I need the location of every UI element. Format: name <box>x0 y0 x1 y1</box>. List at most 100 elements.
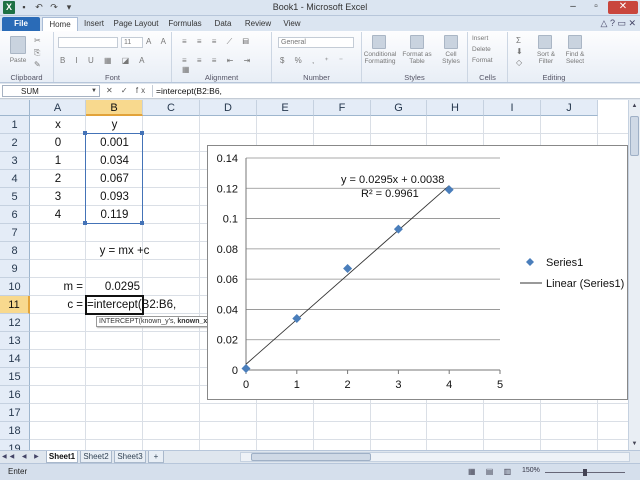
zoom-level[interactable]: 150% <box>522 467 540 474</box>
cell-a5[interactable]: 3 <box>30 188 86 206</box>
row-header-15[interactable]: 15 <box>0 368 30 386</box>
row-header-7[interactable]: 7 <box>0 224 30 242</box>
cell-b8[interactable]: y = mx +c <box>86 242 163 260</box>
tab-sheet3[interactable]: Sheet3 <box>114 451 146 463</box>
bold-italic-underline-icons[interactable]: B I U ▦ ◪ A <box>60 56 148 65</box>
row-header-5[interactable]: 5 <box>0 188 30 206</box>
format-as-table-button[interactable]: Format as Table <box>400 51 434 65</box>
worksheet-grid[interactable]: A B C D E F G H I J 1 2 3 4 5 6 7 8 9 10 11 12 13 14 15 16 17 18 19 x… <box>0 100 628 450</box>
row-header-16[interactable]: 16 <box>0 386 30 404</box>
horizontal-align-icons[interactable]: ≡ ≡ ≡ ⇤ ⇥ ▦ <box>182 56 271 74</box>
scroll-thumb[interactable] <box>630 116 639 156</box>
cell-b4[interactable]: 0.067 <box>86 170 143 188</box>
insert-sheet-icon[interactable]: + <box>148 451 164 463</box>
restore-button[interactable]: ▫ <box>585 1 607 14</box>
format-as-table-icon[interactable] <box>410 35 424 49</box>
horizontal-scrollbar[interactable] <box>240 452 630 462</box>
name-box[interactable]: SUM ▼ <box>2 85 100 97</box>
column-header-a[interactable]: A <box>30 100 86 116</box>
tab-review[interactable]: Review <box>242 17 274 31</box>
paste-icon[interactable] <box>10 36 26 54</box>
cell-b11[interactable]: =intercept(B2:B6, <box>86 296 176 314</box>
row-header-19[interactable]: 19 <box>0 440 30 450</box>
grow-shrink-font-icons[interactable]: A A <box>146 37 170 46</box>
column-header-f[interactable]: F <box>314 100 371 116</box>
minimize-button[interactable]: – <box>562 1 584 14</box>
tab-view[interactable]: View <box>280 17 304 31</box>
cell-b6[interactable]: 0.119 <box>86 206 143 224</box>
row-header-10[interactable]: 10 <box>0 278 30 296</box>
row-header-6[interactable]: 6 <box>0 206 30 224</box>
cell-a1[interactable]: x <box>30 116 86 134</box>
cell-b3[interactable]: 0.034 <box>86 152 143 170</box>
tab-file[interactable]: File <box>2 17 40 31</box>
row-header-17[interactable]: 17 <box>0 404 30 422</box>
row-header-11[interactable]: 11 <box>0 296 30 314</box>
row-header-9[interactable]: 9 <box>0 260 30 278</box>
conditional-formatting-button[interactable]: Conditional Formatting <box>362 51 398 65</box>
cell-a11[interactable]: c = <box>30 296 86 314</box>
formula-input[interactable]: =intercept(B2:B6, <box>152 85 632 97</box>
row-header-14[interactable]: 14 <box>0 350 30 368</box>
zoom-slider-knob[interactable] <box>583 469 587 476</box>
help-icon[interactable]: △ ? ▭ ✕ <box>601 18 636 29</box>
column-header-j[interactable]: J <box>541 100 598 116</box>
row-header-13[interactable]: 13 <box>0 332 30 350</box>
row-header-2[interactable]: 2 <box>0 134 30 152</box>
zoom-slider[interactable] <box>545 469 625 476</box>
formula-icons[interactable]: ✕ ✓ fx <box>106 85 148 97</box>
scroll-up-icon[interactable]: ▲ <box>629 100 640 112</box>
tab-home[interactable]: Home <box>42 17 78 31</box>
column-header-i[interactable]: I <box>484 100 541 116</box>
cell-styles-icon[interactable] <box>444 35 458 49</box>
scatter-chart[interactable]: 0 0.02 0.04 0.06 0.08 0.1 0.12 0.14 0 1 2 3 4 5 y = 0.… <box>207 145 628 400</box>
close-button[interactable]: ✕ <box>608 1 638 14</box>
font-name-box[interactable] <box>58 37 118 48</box>
cell-b5[interactable]: 0.093 <box>86 188 143 206</box>
view-buttons-icons[interactable]: ▦ ▤ ▥ <box>468 467 515 476</box>
column-header-c[interactable]: C <box>143 100 200 116</box>
hscroll-thumb[interactable] <box>251 453 371 461</box>
cell-b2[interactable]: 0.001 <box>86 134 143 152</box>
column-header-d[interactable]: D <box>200 100 257 116</box>
sort-filter-icon[interactable] <box>538 35 552 49</box>
scroll-down-icon[interactable]: ▼ <box>629 438 640 450</box>
vertical-scrollbar[interactable]: ▲ ▼ <box>628 100 640 450</box>
cell-a4[interactable]: 2 <box>30 170 86 188</box>
tab-insert[interactable]: Insert <box>80 17 108 31</box>
select-all-corner[interactable] <box>0 100 30 116</box>
delete-cells-button[interactable]: Delete <box>472 46 506 53</box>
vertical-align-icons[interactable]: ≡ ≡ ≡ ⟋ ▤ <box>182 37 253 47</box>
row-header-18[interactable]: 18 <box>0 422 30 440</box>
insert-cells-button[interactable]: Insert <box>472 35 506 42</box>
row-header-3[interactable]: 3 <box>0 152 30 170</box>
row-header-8[interactable]: 8 <box>0 242 30 260</box>
format-cells-button[interactable]: Format <box>472 57 506 64</box>
find-select-icon[interactable] <box>568 35 582 49</box>
row-header-4[interactable]: 4 <box>0 170 30 188</box>
cell-a10[interactable]: m = <box>30 278 86 296</box>
conditional-formatting-icon[interactable] <box>372 35 386 49</box>
column-header-h[interactable]: H <box>427 100 484 116</box>
column-header-g[interactable]: G <box>371 100 427 116</box>
tab-formulas[interactable]: Formulas <box>166 17 204 31</box>
font-size-box[interactable]: 11 <box>121 37 143 48</box>
cell-a6[interactable]: 4 <box>30 206 86 224</box>
column-header-e[interactable]: E <box>257 100 314 116</box>
row-header-12[interactable]: 12 <box>0 314 30 332</box>
paste-button[interactable]: Paste <box>4 57 32 64</box>
column-header-b[interactable]: B <box>86 100 143 116</box>
number-format-icons[interactable]: $ % , ⁺ ⁻ <box>280 56 347 65</box>
tab-sheet2[interactable]: Sheet2 <box>80 451 112 463</box>
find-select-button[interactable]: Find & Select <box>560 51 590 65</box>
autosum-fill-clear-icons[interactable]: Σ ⬇ ◇ <box>516 35 530 68</box>
row-header-1[interactable]: 1 <box>0 116 30 134</box>
tab-page-layout[interactable]: Page Layout <box>113 17 159 31</box>
tab-sheet1[interactable]: Sheet1 <box>46 451 78 463</box>
cell-styles-button[interactable]: Cell Styles <box>436 51 466 65</box>
cell-a2[interactable]: 0 <box>30 134 86 152</box>
number-format-box[interactable]: General <box>278 37 354 48</box>
cell-b1[interactable]: y <box>86 116 143 134</box>
cut-copy-icons[interactable]: ✂ ⎘ ✎ <box>34 35 48 71</box>
name-box-dropdown-icon[interactable]: ▼ <box>91 86 97 97</box>
